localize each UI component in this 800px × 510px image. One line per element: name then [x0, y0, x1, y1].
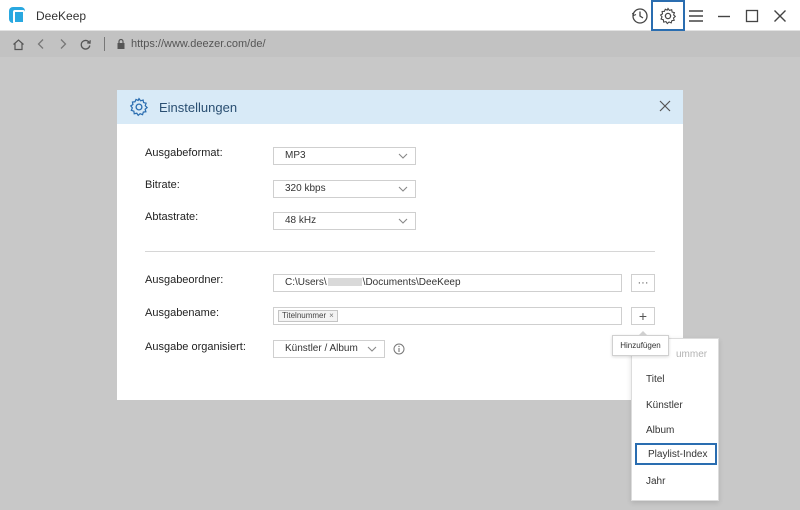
- close-icon: [774, 9, 786, 22]
- format-value: MP3: [285, 150, 306, 161]
- app-logo-icon: [9, 7, 25, 24]
- plus-icon: +: [638, 308, 648, 324]
- remove-tag-icon[interactable]: ×: [329, 311, 334, 320]
- address-separator: [104, 37, 105, 51]
- section-divider: [145, 251, 655, 252]
- forward-icon[interactable]: [56, 37, 70, 51]
- menu-item-playlist-index[interactable]: Playlist-Index: [635, 443, 717, 465]
- chevron-down-icon: [398, 218, 408, 224]
- organize-value: Künstler / Album: [285, 343, 358, 354]
- app-title: DeeKeep: [36, 9, 87, 23]
- output-folder-field[interactable]: C:\Users\ \Documents\DeeKeep: [273, 274, 622, 292]
- folder-path-suffix: \Documents\DeeKeep: [362, 277, 461, 288]
- minimize-icon: [718, 15, 730, 17]
- menu-item-titel[interactable]: Titel: [632, 369, 720, 391]
- organize-select[interactable]: Künstler / Album: [273, 340, 385, 358]
- name-part-dropdown: ummer Titel Künstler Album Playlist-Inde…: [631, 338, 719, 501]
- chevron-down-icon: [398, 186, 408, 192]
- maximize-icon: [745, 9, 759, 22]
- dialog-close-button[interactable]: [659, 100, 673, 114]
- gear-icon: [659, 6, 677, 24]
- chevron-down-icon: [398, 153, 408, 159]
- title-bar: DeeKeep: [0, 0, 800, 31]
- lock-icon: [114, 37, 128, 51]
- menu-item-album[interactable]: Album: [632, 420, 720, 442]
- samplerate-select[interactable]: 48 kHz: [273, 212, 416, 230]
- chevron-down-icon: [367, 346, 377, 352]
- browse-folder-button[interactable]: ···: [631, 274, 655, 292]
- samplerate-value: 48 kHz: [285, 215, 317, 226]
- home-icon[interactable]: [11, 37, 25, 51]
- output-name-field[interactable]: Titelnummer ×: [273, 307, 622, 325]
- bitrate-select[interactable]: 320 kbps: [273, 180, 416, 198]
- dialog-title: Einstellungen: [159, 100, 238, 115]
- output-name-label: Ausgabename:: [145, 307, 219, 319]
- refresh-icon[interactable]: [78, 37, 92, 51]
- more-dots-icon: ···: [637, 277, 649, 289]
- url-text[interactable]: https://www.deezer.com/de/: [131, 38, 266, 50]
- close-icon: [659, 100, 671, 112]
- redacted-username: [327, 278, 362, 287]
- add-name-part-button[interactable]: +: [631, 307, 655, 325]
- info-icon[interactable]: [393, 343, 405, 358]
- close-window-button[interactable]: [764, 0, 796, 31]
- format-select[interactable]: MP3: [273, 147, 416, 165]
- folder-path-prefix: C:\Users\: [285, 277, 327, 288]
- organize-label: Ausgabe organisiert:: [145, 341, 246, 353]
- format-label: Ausgabeformat:: [145, 147, 223, 159]
- name-tag: Titelnummer ×: [278, 310, 338, 322]
- dialog-header: Einstellungen: [117, 90, 683, 124]
- hamburger-icon: [689, 9, 703, 22]
- settings-dialog: Einstellungen Ausgabeformat: MP3 Bitrate…: [117, 90, 683, 400]
- menu-item-kuenstler[interactable]: Künstler: [632, 395, 720, 417]
- menu-item-jahr[interactable]: Jahr: [632, 471, 720, 493]
- folder-label: Ausgabeordner:: [145, 274, 224, 286]
- bitrate-value: 320 kbps: [285, 183, 326, 194]
- history-icon: [631, 7, 648, 24]
- samplerate-label: Abtastrate:: [145, 211, 199, 223]
- add-tooltip: Hinzufügen: [612, 331, 669, 356]
- name-tag-label: Titelnummer: [282, 311, 327, 320]
- bitrate-label: Bitrate:: [145, 179, 180, 191]
- back-icon[interactable]: [34, 37, 48, 51]
- settings-gear-icon: [129, 97, 149, 120]
- address-bar: https://www.deezer.com/de/: [0, 31, 800, 57]
